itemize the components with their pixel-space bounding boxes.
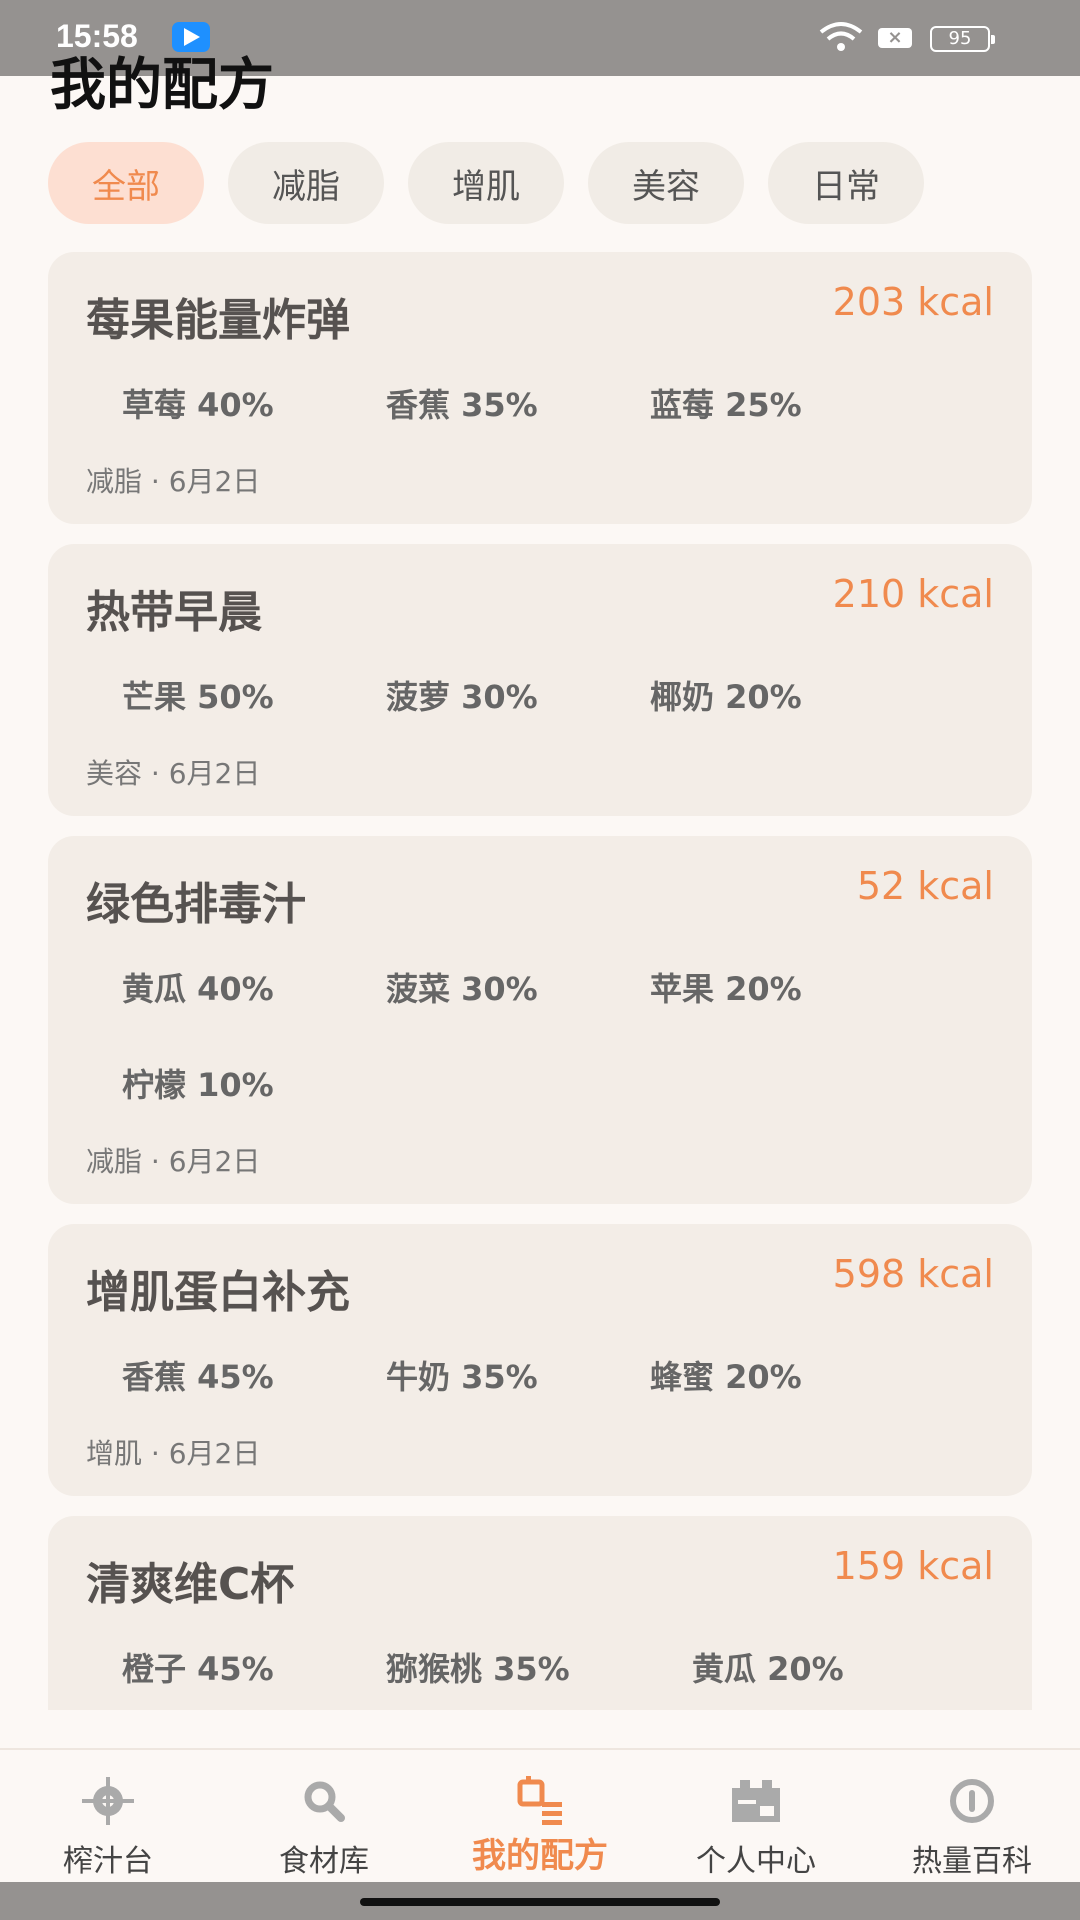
nav-item-profile[interactable]: 个人中心	[648, 1750, 864, 1884]
filter-chip-all[interactable]: 全部	[48, 142, 204, 224]
recipe-name: 热带早晨	[86, 587, 262, 638]
recipe-card[interactable]: 增肌蛋白补充 598 kcal 香蕉 45% 牛奶 35% 蜂蜜 20% 增肌 …	[48, 1224, 1032, 1496]
wifi-icon	[819, 22, 863, 51]
ingredient-tag: 柠檬 10%	[122, 1066, 274, 1104]
recipe-card[interactable]: 莓果能量炸弹 203 kcal 草莓 40% 香蕉 35% 蓝莓 25% 减脂 …	[48, 252, 1032, 524]
sim-x-icon: ×	[878, 28, 912, 48]
filter-chip-daily[interactable]: 日常	[768, 142, 924, 224]
recipe-list-icon	[517, 1776, 562, 1825]
recipe-name: 清爽维C杯	[86, 1559, 295, 1610]
ingredient-tag: 蜂蜜 20%	[650, 1358, 802, 1396]
profile-icon	[732, 1780, 780, 1822]
ingredient-tag: 香蕉 35%	[386, 386, 538, 424]
bottom-nav: 榨汁台 食材库 我的配方 个人中心 热量百科	[0, 1748, 1080, 1882]
recipe-kcal: 52 kcal	[856, 864, 994, 908]
ingredient-tag: 菠萝 30%	[386, 678, 538, 716]
nav-label: 榨汁台	[63, 1844, 153, 1879]
search-icon	[304, 1781, 345, 1822]
filter-chip-muscle[interactable]: 增肌	[408, 142, 564, 224]
ingredient-tag: 黄瓜 40%	[122, 970, 274, 1008]
recipe-kcal: 203 kcal	[832, 280, 994, 324]
recipe-kcal: 598 kcal	[832, 1252, 994, 1296]
gesture-bar-area	[0, 1882, 1080, 1920]
ingredient-tag: 猕猴桃 35%	[386, 1650, 570, 1688]
recipe-meta: 减脂 · 6月2日	[86, 1145, 261, 1178]
ingredient-tag: 香蕉 45%	[122, 1358, 274, 1396]
recipe-card[interactable]: 热带早晨 210 kcal 芒果 50% 菠萝 30% 椰奶 20% 美容 · …	[48, 544, 1032, 816]
nav-item-ingredients[interactable]: 食材库	[216, 1750, 432, 1884]
nav-label: 热量百科	[912, 1844, 1032, 1879]
nav-item-calorie-wiki[interactable]: 热量百科	[864, 1750, 1080, 1884]
ingredient-tag: 橙子 45%	[122, 1650, 274, 1688]
ingredient-tag: 椰奶 20%	[650, 678, 802, 716]
page-title: 我的配方	[50, 53, 274, 118]
target-icon	[82, 1777, 134, 1825]
filter-chips: 全部 减脂 增肌 美容 日常	[48, 142, 924, 224]
info-icon	[950, 1779, 994, 1823]
ingredient-tag: 黄瓜 20%	[692, 1650, 844, 1688]
nav-label: 食材库	[279, 1844, 369, 1879]
recipe-name: 莓果能量炸弹	[86, 295, 350, 346]
ingredient-tag: 菠菜 30%	[386, 970, 538, 1008]
recipe-meta: 减脂 · 6月2日	[86, 465, 261, 498]
ingredient-tag: 牛奶 35%	[386, 1358, 538, 1396]
filter-chip-fat-loss[interactable]: 减脂	[228, 142, 384, 224]
ingredient-tag: 蓝莓 25%	[650, 386, 802, 424]
recipe-card[interactable]: 清爽维C杯 159 kcal 橙子 45% 猕猴桃 35% 黄瓜 20%	[48, 1516, 1032, 1710]
recipe-list[interactable]: 莓果能量炸弹 203 kcal 草莓 40% 香蕉 35% 蓝莓 25% 减脂 …	[48, 252, 1032, 1710]
ingredient-tag: 草莓 40%	[122, 386, 274, 424]
recipe-name: 增肌蛋白补充	[86, 1267, 350, 1318]
recipe-meta: 增肌 · 6月2日	[86, 1437, 261, 1470]
recipe-kcal: 159 kcal	[832, 1544, 994, 1588]
filter-chip-beauty[interactable]: 美容	[588, 142, 744, 224]
recipe-card[interactable]: 绿色排毒汁 52 kcal 黄瓜 40% 菠菜 30% 苹果 20% 柠檬 10…	[48, 836, 1032, 1204]
recipe-name: 绿色排毒汁	[86, 879, 306, 930]
recipe-kcal: 210 kcal	[832, 572, 994, 616]
battery-icon: 95	[930, 26, 995, 52]
nav-item-my-recipes[interactable]: 我的配方	[432, 1750, 648, 1884]
recipe-meta: 美容 · 6月2日	[86, 757, 261, 790]
nav-label: 我的配方	[472, 1836, 608, 1876]
nav-label: 个人中心	[696, 1844, 816, 1879]
home-indicator[interactable]	[360, 1898, 720, 1906]
ingredient-tag: 芒果 50%	[122, 678, 274, 716]
ingredient-tag: 苹果 20%	[650, 970, 802, 1008]
nav-item-juicer[interactable]: 榨汁台	[0, 1750, 216, 1884]
